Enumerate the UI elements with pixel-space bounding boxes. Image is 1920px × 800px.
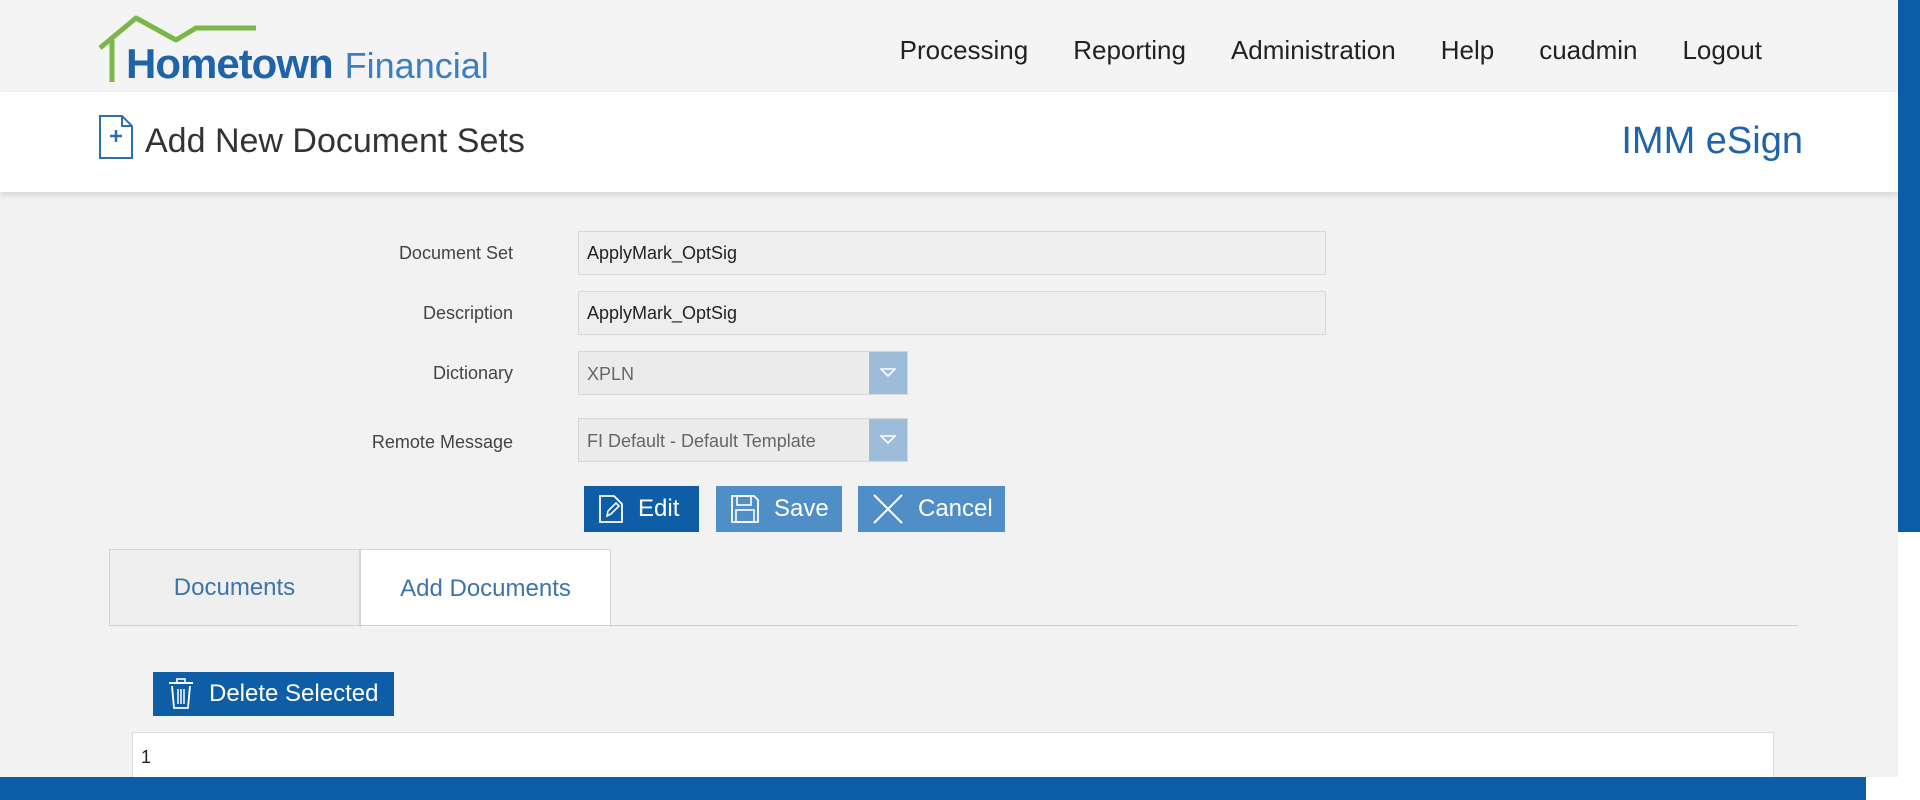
- tab-add-documents[interactable]: Add Documents: [360, 549, 611, 627]
- nav-user-account[interactable]: cuadmin: [1539, 30, 1637, 70]
- list-item[interactable]: 1: [141, 747, 151, 768]
- tab-documents[interactable]: Documents: [109, 549, 360, 626]
- right-edge-gap: [1898, 532, 1920, 777]
- logo-text: Hometown Financial: [126, 40, 489, 90]
- remote-message-row: Remote Message FI Default - Default Temp…: [0, 418, 1900, 464]
- right-edge-stripe: [1898, 0, 1920, 532]
- document-set-row: Document Set: [0, 231, 1900, 277]
- trash-icon: [167, 678, 195, 710]
- page-title: Add New Document Sets: [145, 122, 525, 160]
- nav-administration[interactable]: Administration: [1231, 30, 1396, 70]
- documents-list: 1: [132, 732, 1774, 782]
- chevron-down-icon: [880, 435, 896, 445]
- page-title-bar: Add New Document Sets IMM eSign: [0, 92, 1898, 192]
- dictionary-dropdown-button[interactable]: [869, 352, 907, 394]
- nav-logout[interactable]: Logout: [1682, 30, 1762, 70]
- nav-processing[interactable]: Processing: [900, 30, 1029, 70]
- edit-icon: [598, 494, 624, 524]
- nav-help[interactable]: Help: [1441, 30, 1494, 70]
- logo-word-hometown: Hometown: [126, 40, 334, 87]
- nav-reporting[interactable]: Reporting: [1073, 30, 1186, 70]
- logo-word-financial: Financial: [344, 45, 489, 86]
- delete-selected-label: Delete Selected: [209, 680, 379, 707]
- tabs-divider: [110, 625, 1798, 626]
- footer-bar: [0, 777, 1866, 800]
- dictionary-row: Dictionary XPLN: [0, 351, 1900, 397]
- cancel-button-label: Cancel: [918, 495, 993, 522]
- product-brand: IMM eSign: [1621, 120, 1803, 162]
- save-icon: [730, 494, 760, 524]
- remote-message-select[interactable]: FI Default - Default Template: [578, 418, 908, 462]
- edit-button[interactable]: Edit: [584, 486, 699, 532]
- cancel-button[interactable]: Cancel: [858, 486, 1005, 532]
- top-header: Hometown Financial Processing Reporting A…: [0, 0, 1898, 92]
- dictionary-select[interactable]: XPLN: [578, 351, 908, 395]
- remote-message-label: Remote Message: [371, 432, 513, 452]
- remote-message-selected-value: FI Default - Default Template: [587, 431, 816, 451]
- hometown-financial-logo[interactable]: Hometown Financial: [96, 14, 506, 87]
- document-set-label: Document Set: [398, 243, 513, 263]
- description-row: Description: [0, 291, 1900, 337]
- save-button[interactable]: Save: [716, 486, 842, 532]
- delete-selected-button[interactable]: Delete Selected: [153, 672, 394, 716]
- top-navigation: Processing Reporting Administration Help…: [855, 30, 1762, 70]
- new-document-icon: [99, 115, 133, 159]
- close-icon: [872, 493, 904, 525]
- description-input[interactable]: [578, 291, 1326, 335]
- remote-message-dropdown-button[interactable]: [869, 419, 907, 461]
- edit-button-label: Edit: [638, 495, 680, 522]
- dictionary-selected-value: XPLN: [587, 364, 635, 384]
- chevron-down-icon: [880, 368, 896, 378]
- dictionary-label: Dictionary: [432, 363, 513, 383]
- footer-gap: [1866, 777, 1920, 800]
- description-label: Description: [422, 303, 513, 323]
- document-set-input[interactable]: [578, 231, 1326, 275]
- save-button-label: Save: [774, 495, 829, 522]
